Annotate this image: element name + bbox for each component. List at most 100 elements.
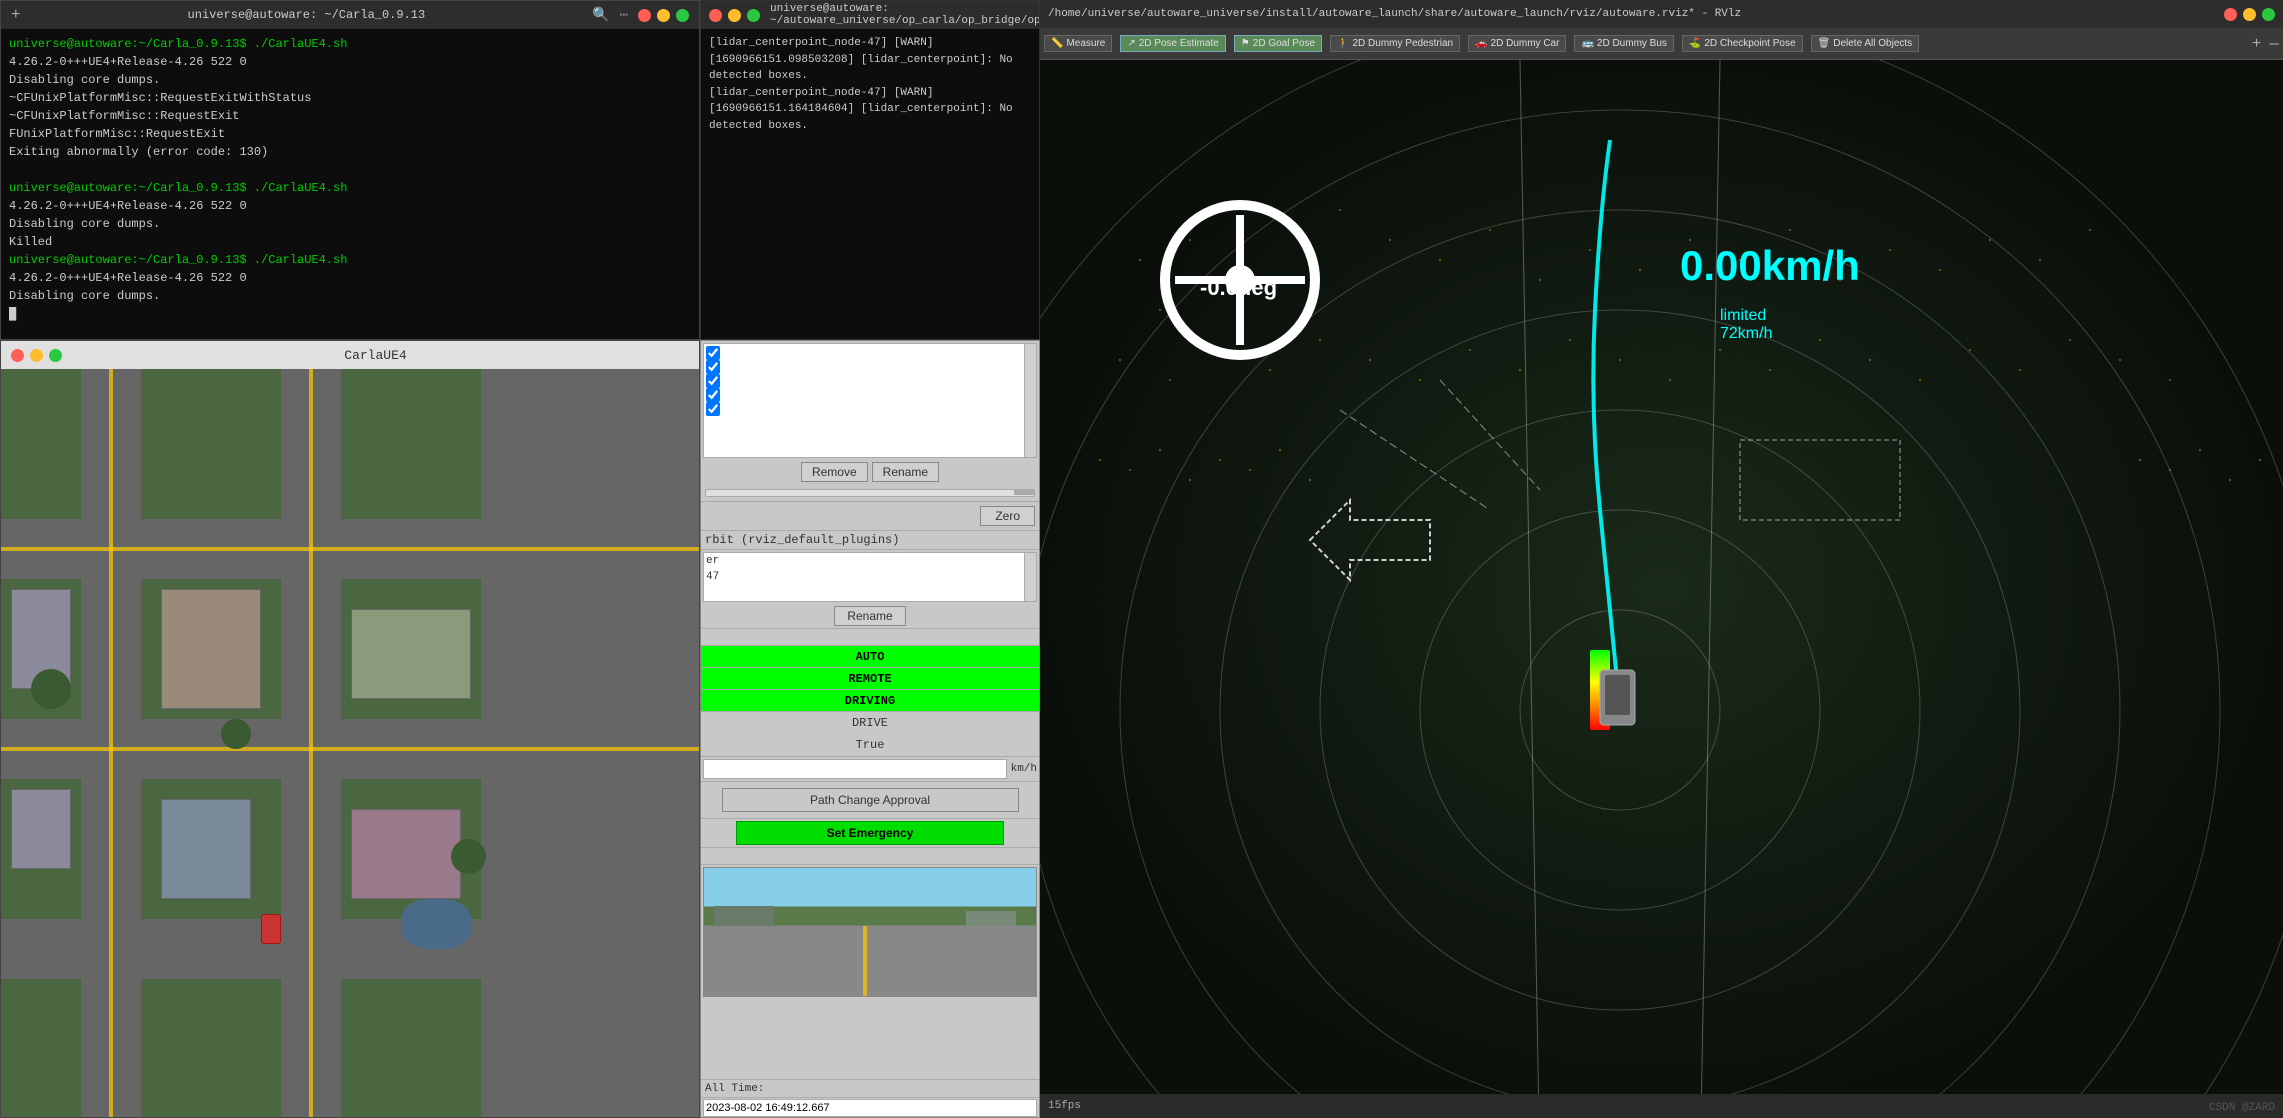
status-auto: AUTO xyxy=(701,646,1039,668)
cb2[interactable] xyxy=(706,360,720,374)
cb5[interactable] xyxy=(706,402,720,416)
rviz-min-btn[interactable] xyxy=(2243,8,2256,21)
carla-map xyxy=(1,369,699,1117)
trterm-max[interactable] xyxy=(747,9,760,22)
speed-unit-label: km/h xyxy=(1011,763,1037,775)
terminal-titlebar-right: universe@autoware: ~/autoware_universe/o… xyxy=(701,1,1039,29)
svg-text:-0.0deg: -0.0deg xyxy=(1200,275,1277,300)
svg-text:72km/h: 72km/h xyxy=(1720,325,1772,342)
term-line-2: 4.26.2-0+++UE4+Release-4.26 522 0 xyxy=(9,55,247,69)
term-line-cursor: █ xyxy=(9,307,16,321)
horizontal-scrollbar[interactable] xyxy=(705,489,1035,497)
rviz-close-btn[interactable] xyxy=(2224,8,2237,21)
max-btn[interactable] xyxy=(676,9,689,22)
terminal-top-left: + universe@autoware: ~/Carla_0.9.13 🔍 ⋯ … xyxy=(0,0,700,340)
rviz-toolbar: 📏 Measure ↗ 2D Pose Estimate ⚑ 2D Goal P… xyxy=(1040,28,2283,60)
term-line-13: 4.26.2-0+++UE4+Release-4.26 522 0 xyxy=(9,271,247,285)
new-tab-icon[interactable]: + xyxy=(11,6,21,24)
rviz-3d-view[interactable]: 0.00km/h limited 72km/h -0.0deg xyxy=(1040,60,2283,1118)
checkbox-item-1 xyxy=(706,346,1034,360)
path-change-button[interactable]: Path Change Approval xyxy=(722,788,1019,812)
cb1[interactable] xyxy=(706,346,720,360)
rviz-titlebar: /home/universe/autoware_universe/install… xyxy=(1040,0,2283,28)
carla-close[interactable] xyxy=(11,349,24,362)
path-change-row: Path Change Approval xyxy=(701,781,1039,818)
rviz-main: /home/universe/autoware_universe/install… xyxy=(1040,0,2283,1118)
time-row xyxy=(701,1097,1039,1117)
rviz-panel: Remove Rename Zero rbit (rviz_default_pl… xyxy=(700,340,1040,1118)
more-icon[interactable]: ⋯ xyxy=(620,7,628,24)
car-icon: 🚗 xyxy=(1475,38,1487,49)
measure-tool[interactable]: 📏 Measure xyxy=(1044,35,1112,52)
rename-button-1[interactable]: Rename xyxy=(872,462,939,482)
trterm-title: universe@autoware: ~/autoware_universe/o… xyxy=(770,3,1040,27)
carla-window: CarlaUE4 xyxy=(0,340,700,1118)
2d-dummy-pedestrian-tool[interactable]: 🚶 2D Dummy Pedestrian xyxy=(1330,35,1460,52)
trterm-min[interactable] xyxy=(728,9,741,22)
term-line-12: universe@autoware:~/Carla_0.9.13$ ./Carl… xyxy=(9,253,347,267)
display-list[interactable] xyxy=(703,343,1037,458)
2d-dummy-car-tool[interactable]: 🚗 2D Dummy Car xyxy=(1468,35,1566,52)
scroll-indicator-2[interactable] xyxy=(701,628,1039,646)
rename-button-2[interactable]: Rename xyxy=(834,606,905,626)
time-input[interactable] xyxy=(703,1099,1037,1117)
2d-goal-pose-tool[interactable]: ⚑ 2D Goal Pose xyxy=(1234,35,1322,52)
term-line-11: Killed xyxy=(9,235,52,249)
trterm-close[interactable] xyxy=(709,9,722,22)
2d-dummy-bus-tool[interactable]: 🚌 2D Dummy Bus xyxy=(1574,35,1673,52)
status-drive: DRIVE xyxy=(701,712,1039,734)
term-line-6: FUnixPlatformMisc::RequestExit xyxy=(9,127,225,141)
sub-display-list[interactable]: er 47 xyxy=(703,552,1037,602)
carla-min[interactable] xyxy=(30,349,43,362)
lidar-visualization: 0.00km/h limited 72km/h -0.0deg xyxy=(1040,60,2283,1118)
2d-checkpoint-pose-tool[interactable]: ⛳ 2D Checkpoint Pose xyxy=(1682,35,1803,52)
terminal-top-right: universe@autoware: ~/autoware_universe/o… xyxy=(700,0,1040,340)
term-line-4: ~CFUnixPlatformMisc::RequestExitWithStat… xyxy=(9,91,311,105)
section-label: rbit (rviz_default_plugins) xyxy=(701,530,1039,550)
section-text: rbit (rviz_default_plugins) xyxy=(705,533,899,547)
speed-input[interactable] xyxy=(703,759,1007,779)
term-line-10: Disabling core dumps. xyxy=(9,217,160,231)
camera-view xyxy=(703,867,1037,997)
terminal-titlebar-left: + universe@autoware: ~/Carla_0.9.13 🔍 ⋯ xyxy=(1,1,699,29)
arrow-icon: ↗ xyxy=(1127,38,1135,49)
2d-pose-estimate-tool[interactable]: ↗ 2D Pose Estimate xyxy=(1120,35,1225,52)
sub-item: er xyxy=(704,553,1036,569)
set-emergency-button[interactable]: Set Emergency xyxy=(736,821,1003,845)
status-remote: REMOTE xyxy=(701,668,1039,690)
rviz-max-btn[interactable] xyxy=(2262,8,2275,21)
svg-text:0.00km/h: 0.00km/h xyxy=(1680,242,1860,289)
list-scrollbar[interactable] xyxy=(1024,344,1036,457)
rviz-path-title: /home/universe/autoware_universe/install… xyxy=(1048,8,1741,20)
term-line-3: Disabling core dumps. xyxy=(9,73,160,87)
watermark: CSDN @ZARD xyxy=(2209,1102,2275,1114)
term-line-1: universe@autoware:~/Carla_0.9.13$ ./Carl… xyxy=(9,37,347,51)
remove-rename-row: Remove Rename xyxy=(701,460,1039,484)
cb4[interactable] xyxy=(706,388,720,402)
remove-button[interactable]: Remove xyxy=(801,462,868,482)
add-tool-icon[interactable]: + xyxy=(2252,35,2262,53)
scroll-handle[interactable] xyxy=(1014,489,1034,495)
scroll-indicator-3[interactable] xyxy=(701,847,1039,865)
min-btn[interactable] xyxy=(657,9,670,22)
delete-all-objects-tool[interactable]: 🗑 Delete All Objects xyxy=(1811,35,1920,52)
checkbox-item-2 xyxy=(706,360,1034,374)
all-time-row: All Time: xyxy=(701,1079,1039,1097)
carla-title: CarlaUE4 xyxy=(62,348,689,363)
checkpoint-icon: ⛳ xyxy=(1689,38,1701,49)
carla-max[interactable] xyxy=(49,349,62,362)
rviz-win-controls xyxy=(2224,8,2275,21)
pedestrian-icon: 🚶 xyxy=(1337,38,1349,49)
close-btn[interactable] xyxy=(638,9,651,22)
zero-button[interactable]: Zero xyxy=(980,506,1035,526)
minus-tool-icon[interactable]: — xyxy=(2269,35,2279,53)
fps-display: 15fps xyxy=(1048,1100,1081,1112)
ruler-icon: 📏 xyxy=(1051,38,1063,49)
bus-icon: 🚌 xyxy=(1581,38,1593,49)
cb3[interactable] xyxy=(706,374,720,388)
terminal-title-left: universe@autoware: ~/Carla_0.9.13 xyxy=(21,8,593,22)
term-line-14: Disabling core dumps. xyxy=(9,289,160,303)
lidar-warn-1: [lidar_centerpoint_node-47] [WARN] [1690… xyxy=(709,35,1031,85)
search-icon[interactable]: 🔍 xyxy=(592,7,609,24)
sub-scrollbar[interactable] xyxy=(1024,553,1036,601)
